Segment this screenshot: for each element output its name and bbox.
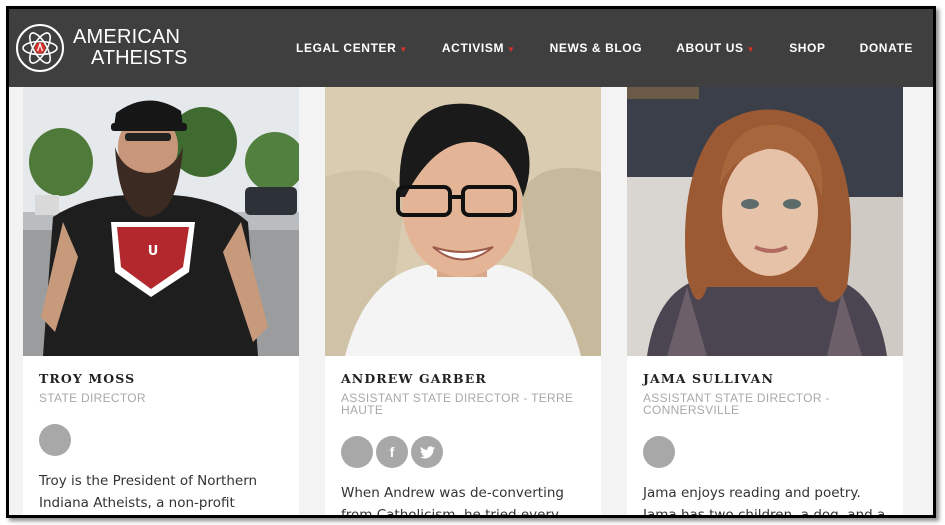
nav-label: LEGAL CENTER	[296, 41, 397, 55]
person-name: ANDREW GARBER	[341, 371, 487, 386]
person-role: STATE DIRECTOR	[39, 391, 146, 405]
nav-shop[interactable]: SHOP	[789, 41, 825, 55]
photo-woman-red-hair-icon	[627, 87, 903, 356]
social-links	[39, 424, 285, 456]
profile-details: TROY MOSS STATE DIRECTOR Troy is the Pre…	[39, 371, 285, 514]
nav-legal-center[interactable]: LEGAL CENTER ▼	[296, 41, 408, 55]
site-logo[interactable]: AMERICAN ATHEISTS	[15, 23, 187, 73]
nav-about-us[interactable]: ABOUT US ▼	[676, 41, 755, 55]
person-role: ASSISTANT STATE DIRECTOR - TERRE HAUTE	[341, 391, 574, 417]
nav-label: ABOUT US	[676, 41, 744, 55]
nav-label: NEWS & BLOG	[549, 41, 643, 55]
nav-donate[interactable]: DONATE	[860, 41, 913, 55]
twitter-icon[interactable]	[411, 436, 443, 468]
main-nav: LEGAL CENTER ▼ ACTIVISM ▼ NEWS & BLOG AB…	[262, 9, 913, 87]
profile-card: JAMA SULLIVAN ASSISTANT STATE DIRECTOR -…	[627, 87, 903, 518]
social-link-icon[interactable]	[341, 436, 373, 468]
atom-logo-icon	[16, 24, 64, 72]
site-header: AMERICAN ATHEISTS LEGAL CENTER ▼ ACTIVIS…	[9, 9, 933, 87]
profile-card: U TROY MOSS STATE DIRECTOR Troy is the P…	[23, 87, 299, 515]
social-link-icon[interactable]	[643, 436, 675, 468]
nav-label: SHOP	[789, 41, 826, 55]
twitter-bird-icon	[419, 445, 435, 458]
social-links: f	[341, 436, 587, 468]
nav-activism[interactable]: ACTIVISM ▼	[442, 41, 516, 55]
brand-name: AMERICAN ATHEISTS	[73, 27, 187, 69]
person-name: JAMA SULLIVAN	[643, 371, 775, 386]
person-name: TROY MOSS	[39, 371, 136, 386]
profile-photo: U	[23, 87, 299, 356]
profile-card: ANDREW GARBER ASSISTANT STATE DIRECTOR -…	[325, 87, 601, 518]
social-link-icon[interactable]	[39, 424, 71, 456]
photo-man-glasses-icon	[325, 87, 601, 356]
nav-news-blog[interactable]: NEWS & BLOG	[550, 41, 643, 55]
profile-photo	[325, 87, 601, 356]
person-bio: Troy is the President of Northern Indian…	[39, 473, 258, 511]
brand-line-2: ATHEISTS	[91, 47, 188, 69]
svg-text:U: U	[148, 244, 159, 259]
caret-down-icon: ▼	[399, 44, 408, 54]
brand-line-1: AMERICAN	[73, 26, 181, 48]
photo-man-bearded-icon: U	[23, 87, 299, 356]
profile-details: ANDREW GARBER ASSISTANT STATE DIRECTOR -…	[341, 371, 587, 518]
person-bio: When Andrew was de-converting from Catho…	[341, 485, 564, 518]
social-links	[643, 436, 889, 468]
person-role: ASSISTANT STATE DIRECTOR - CONNERSVILLE	[643, 391, 830, 417]
profile-photo	[627, 87, 903, 356]
caret-down-icon: ▼	[746, 44, 756, 54]
facebook-icon[interactable]: f	[376, 436, 408, 468]
caret-down-icon: ▼	[507, 44, 516, 54]
profile-details: JAMA SULLIVAN ASSISTANT STATE DIRECTOR -…	[643, 371, 889, 518]
nav-label: ACTIVISM	[441, 41, 505, 55]
page-frame: AMERICAN ATHEISTS LEGAL CENTER ▼ ACTIVIS…	[6, 6, 936, 518]
person-bio: Jama enjoys reading and poetry. Jama has…	[643, 485, 886, 518]
nav-label: DONATE	[859, 41, 913, 55]
